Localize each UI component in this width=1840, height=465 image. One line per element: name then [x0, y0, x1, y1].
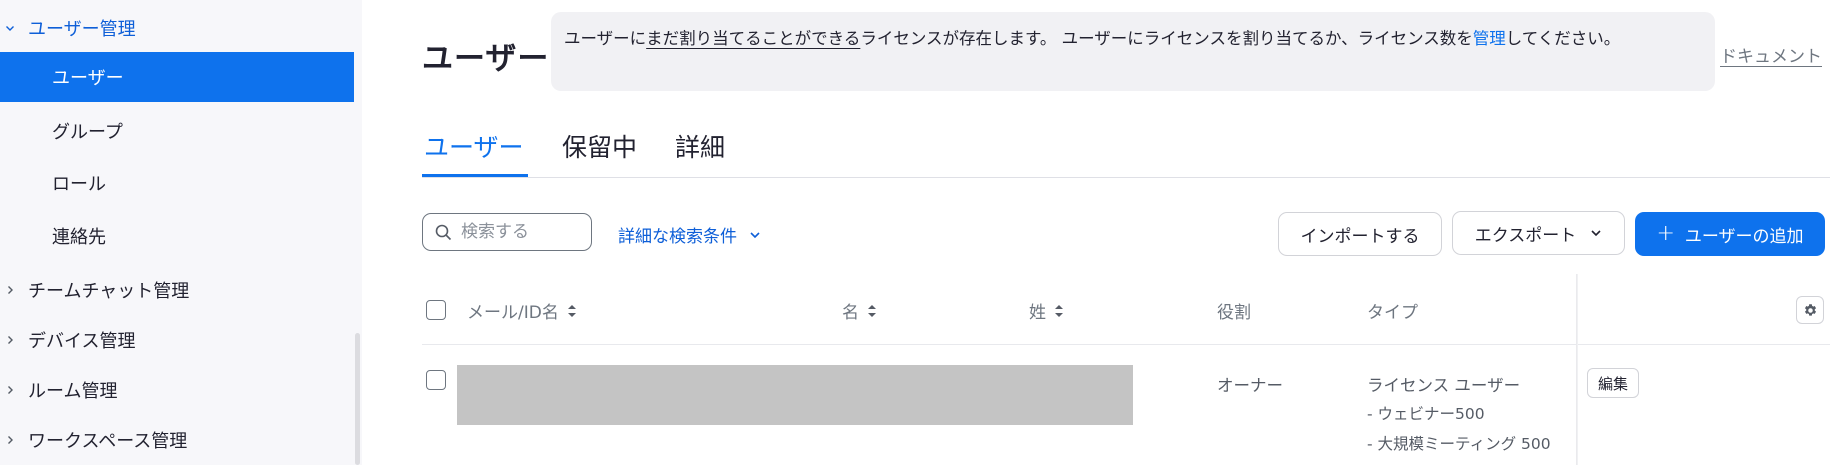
- select-all-checkbox[interactable]: [426, 300, 446, 320]
- sidebar: ユーザー管理 ユーザー グループ ロール 連絡先 チームチャット管理 デバイス管…: [0, 0, 362, 465]
- edit-user-button[interactable]: 編集: [1587, 368, 1639, 398]
- sort-icon: [867, 303, 877, 319]
- sidebar-section-workspaces[interactable]: ワークスペース管理: [0, 416, 355, 464]
- column-header-role: 役割: [1217, 298, 1251, 323]
- plus-icon: +: [1656, 221, 1675, 246]
- edit-button-label: 編集: [1597, 374, 1628, 393]
- notice-manage-link[interactable]: 管理: [1473, 29, 1506, 48]
- sidebar-item-label: ユーザー: [52, 68, 124, 89]
- sticky-column-shadow: [1576, 274, 1578, 465]
- sidebar-section-label: デバイス管理: [28, 331, 136, 352]
- license-notice-text: ユーザーにまだ割り当てることができるライセンスが存在します。 ユーザーにライセン…: [564, 24, 1674, 53]
- tabs-divider: [422, 177, 1830, 178]
- sort-icon: [567, 303, 577, 319]
- column-settings-button[interactable]: [1796, 296, 1824, 324]
- addon-webinar: - ウェビナー500: [1367, 405, 1485, 423]
- add-user-button-label: ユーザーの追加: [1684, 226, 1804, 247]
- addon-large-meeting: - 大規模ミーティング 500: [1367, 435, 1551, 453]
- column-header-label: タイプ: [1367, 303, 1418, 323]
- row-checkbox[interactable]: [426, 370, 446, 390]
- sidebar-item-users[interactable]: ユーザー: [0, 52, 354, 102]
- sidebar-section-label: ユーザー管理: [28, 19, 136, 40]
- sidebar-item-contacts[interactable]: 連絡先: [0, 211, 354, 261]
- documentation-link[interactable]: ドキュメント: [1720, 42, 1822, 67]
- gear-icon: [1803, 303, 1818, 318]
- sidebar-section-label: チームチャット管理: [28, 281, 190, 302]
- chevron-down-icon: [4, 22, 16, 34]
- sidebar-scrollbar[interactable]: [355, 333, 360, 465]
- page-title: ユーザー: [422, 41, 550, 77]
- advanced-search-toggle[interactable]: 詳細な検索条件: [618, 222, 761, 247]
- sidebar-section-user-management[interactable]: ユーザー管理: [0, 4, 355, 52]
- notice-assignable-link[interactable]: まだ割り当てることができる: [646, 29, 860, 48]
- sidebar-section-devices[interactable]: デバイス管理: [0, 316, 355, 364]
- add-user-button[interactable]: + ユーザーの追加: [1635, 212, 1825, 256]
- sidebar-section-team-chat[interactable]: チームチャット管理: [0, 266, 355, 314]
- column-header-type: タイプ: [1367, 298, 1418, 323]
- export-button[interactable]: エクスポート: [1452, 211, 1625, 255]
- type-cell: ライセンス ユーザー: [1367, 376, 1521, 395]
- import-button[interactable]: インポートする: [1278, 212, 1442, 256]
- table-header-divider: [422, 344, 1830, 345]
- sidebar-item-label: 連絡先: [52, 227, 106, 248]
- sidebar-item-roles[interactable]: ロール: [0, 158, 354, 208]
- chevron-right-icon: [4, 284, 16, 296]
- sidebar-item-label: グループ: [52, 122, 123, 143]
- chevron-down-icon: [1590, 227, 1602, 239]
- sort-icon: [1054, 303, 1064, 319]
- notice-text-part: してください。: [1505, 29, 1621, 48]
- export-button-label: エクスポート: [1474, 225, 1577, 246]
- column-header-email[interactable]: メール/ID名: [467, 298, 577, 323]
- search-icon: [435, 224, 452, 241]
- tab-users[interactable]: ユーザー: [424, 128, 524, 164]
- sidebar-item-label: ロール: [52, 174, 106, 195]
- notice-text-part: ユーザーに: [564, 29, 647, 48]
- import-button-label: インポートする: [1300, 226, 1420, 247]
- chevron-down-icon: [749, 229, 761, 241]
- column-header-first-name[interactable]: 名: [842, 298, 877, 323]
- column-header-label: 名: [842, 303, 859, 323]
- column-header-label: 役割: [1217, 303, 1251, 323]
- sidebar-section-label: ワークスペース管理: [28, 431, 188, 452]
- sidebar-section-label: ルーム管理: [28, 381, 118, 402]
- license-notice-banner: ユーザーにまだ割り当てることができるライセンスが存在します。 ユーザーにライセン…: [551, 12, 1715, 91]
- search-box[interactable]: [422, 213, 592, 251]
- chevron-right-icon: [4, 434, 16, 446]
- search-input[interactable]: [459, 221, 573, 243]
- sidebar-item-groups[interactable]: グループ: [0, 106, 354, 156]
- column-header-label: メール/ID名: [467, 303, 559, 323]
- notice-text-part: ライセンスが存在します。 ユーザーにライセンスを割り当てるか、ライセンス数を: [860, 29, 1473, 48]
- advanced-search-label: 詳細な検索条件: [618, 227, 737, 247]
- chevron-right-icon: [4, 384, 16, 396]
- column-header-last-name[interactable]: 姓: [1029, 298, 1064, 323]
- tab-details[interactable]: 詳細: [675, 128, 725, 164]
- role-cell: オーナー: [1217, 376, 1283, 395]
- chevron-right-icon: [4, 334, 16, 346]
- tab-pending[interactable]: 保留中: [562, 128, 637, 164]
- column-header-label: 姓: [1029, 303, 1046, 323]
- sidebar-section-rooms[interactable]: ルーム管理: [0, 366, 355, 414]
- redacted-user-info: [457, 365, 1133, 425]
